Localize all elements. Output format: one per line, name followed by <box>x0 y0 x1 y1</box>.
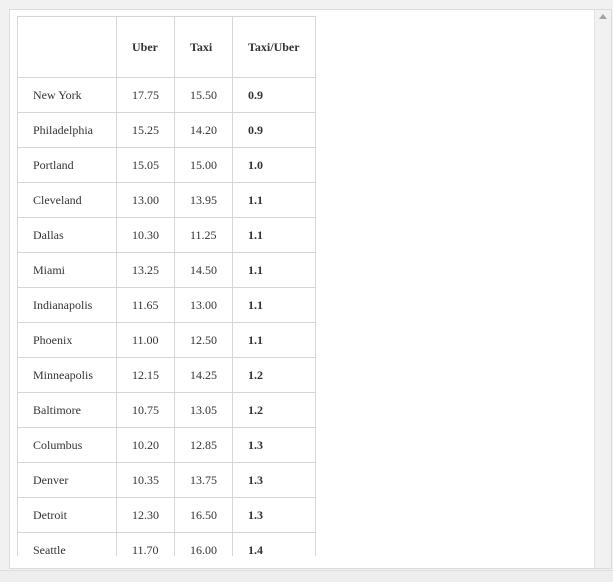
cell-city: Seattle <box>17 532 117 556</box>
cell-ratio: 0.9 <box>232 112 316 148</box>
table-row: Portland 15.05 15.00 1.0 <box>17 147 316 183</box>
cell-city: Detroit <box>17 497 117 533</box>
cell-city: Minneapolis <box>17 357 117 393</box>
cell-ratio: 1.1 <box>232 287 316 323</box>
cell-city: Portland <box>17 147 117 183</box>
horizontal-scrollbar[interactable] <box>0 570 613 582</box>
cell-uber: 10.20 <box>116 427 175 463</box>
cell-taxi: 14.25 <box>174 357 233 393</box>
cell-uber: 10.30 <box>116 217 175 253</box>
cell-taxi: 14.20 <box>174 112 233 148</box>
cell-taxi: 12.50 <box>174 322 233 358</box>
cell-city: Miami <box>17 252 117 288</box>
cell-ratio: 1.2 <box>232 392 316 428</box>
cell-uber: 10.75 <box>116 392 175 428</box>
cell-city: New York <box>17 77 117 113</box>
table-row: Indianapolis 11.65 13.00 1.1 <box>17 287 316 323</box>
cell-ratio: 1.1 <box>232 217 316 253</box>
cell-taxi: 16.50 <box>174 497 233 533</box>
cell-ratio: 1.1 <box>232 182 316 218</box>
cell-city: Dallas <box>17 217 117 253</box>
cell-taxi: 14.50 <box>174 252 233 288</box>
cell-city: Phoenix <box>17 322 117 358</box>
table-row: Miami 13.25 14.50 1.1 <box>17 252 316 288</box>
table-container: Uber Taxi Taxi/Uber New York 17.75 15.50… <box>17 16 316 556</box>
fare-comparison-table: Uber Taxi Taxi/Uber New York 17.75 15.50… <box>17 16 316 556</box>
table-row: Philadelphia 15.25 14.20 0.9 <box>17 112 316 148</box>
cell-city: Indianapolis <box>17 287 117 323</box>
cell-city: Denver <box>17 462 117 498</box>
table-row: Dallas 10.30 11.25 1.1 <box>17 217 316 253</box>
cell-taxi: 13.00 <box>174 287 233 323</box>
table-row: Phoenix 11.00 12.50 1.1 <box>17 322 316 358</box>
table-row: Cleveland 13.00 13.95 1.1 <box>17 182 316 218</box>
cell-city: Cleveland <box>17 182 117 218</box>
header-taxi: Taxi <box>174 16 233 78</box>
cell-taxi: 15.50 <box>174 77 233 113</box>
cell-city: Philadelphia <box>17 112 117 148</box>
table-row: Baltimore 10.75 13.05 1.2 <box>17 392 316 428</box>
cell-city: Columbus <box>17 427 117 463</box>
table-row: Detroit 12.30 16.50 1.3 <box>17 497 316 533</box>
table-header-row: Uber Taxi Taxi/Uber <box>17 16 316 78</box>
cell-uber: 11.70 <box>116 532 175 556</box>
cell-city: Baltimore <box>17 392 117 428</box>
cell-ratio: 1.4 <box>232 532 316 556</box>
cell-uber: 15.05 <box>116 147 175 183</box>
header-city <box>17 16 117 78</box>
cell-uber: 13.00 <box>116 182 175 218</box>
cell-taxi: 12.85 <box>174 427 233 463</box>
cell-ratio: 0.9 <box>232 77 316 113</box>
embedded-frame: Uber Taxi Taxi/Uber New York 17.75 15.50… <box>9 9 612 569</box>
cell-taxi: 13.95 <box>174 182 233 218</box>
cell-ratio: 1.1 <box>232 252 316 288</box>
vertical-scrollbar[interactable] <box>594 10 611 568</box>
header-uber: Uber <box>116 16 175 78</box>
table-row: Denver 10.35 13.75 1.3 <box>17 462 316 498</box>
cell-taxi: 13.05 <box>174 392 233 428</box>
header-taxi-uber: Taxi/Uber <box>232 16 316 78</box>
cell-taxi: 16.00 <box>174 532 233 556</box>
table-row: Minneapolis 12.15 14.25 1.2 <box>17 357 316 393</box>
table-row: Seattle 11.70 16.00 1.4 <box>17 532 316 556</box>
cell-uber: 13.25 <box>116 252 175 288</box>
cell-ratio: 1.3 <box>232 497 316 533</box>
cell-taxi: 13.75 <box>174 462 233 498</box>
cell-uber: 17.75 <box>116 77 175 113</box>
table-row: New York 17.75 15.50 0.9 <box>17 77 316 113</box>
cell-ratio: 1.3 <box>232 427 316 463</box>
cell-taxi: 15.00 <box>174 147 233 183</box>
cell-ratio: 1.3 <box>232 462 316 498</box>
cell-uber: 12.15 <box>116 357 175 393</box>
cell-uber: 11.00 <box>116 322 175 358</box>
cell-uber: 10.35 <box>116 462 175 498</box>
cell-ratio: 1.2 <box>232 357 316 393</box>
cell-uber: 12.30 <box>116 497 175 533</box>
scroll-up-arrow-icon[interactable] <box>599 14 607 19</box>
cell-ratio: 1.1 <box>232 322 316 358</box>
cell-uber: 11.65 <box>116 287 175 323</box>
cell-uber: 15.25 <box>116 112 175 148</box>
table-row: Columbus 10.20 12.85 1.3 <box>17 427 316 463</box>
cell-ratio: 1.0 <box>232 147 316 183</box>
cell-taxi: 11.25 <box>174 217 233 253</box>
